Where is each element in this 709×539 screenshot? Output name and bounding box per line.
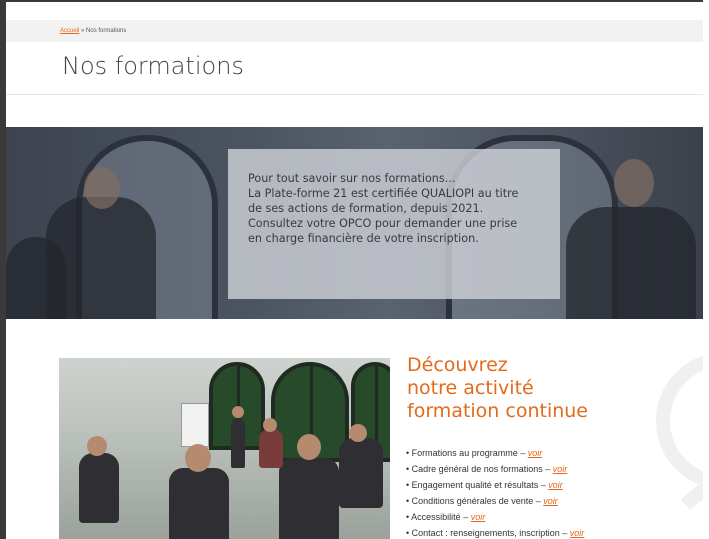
list-item: • Cadre général de nos formations – voir (406, 464, 568, 474)
voir-link[interactable]: voir (548, 480, 563, 490)
breadcrumb-home-link[interactable]: Accueil (60, 28, 79, 34)
hero-line: Consultez votre OPCO pour demander une p… (248, 217, 518, 230)
hero-line: La Plate-forme 21 est certifiée QUALIOPI… (248, 187, 519, 200)
hero-line: en charge financière de votre inscriptio… (248, 232, 479, 245)
decorative-circle (656, 352, 703, 490)
breadcrumb-separator: » (81, 28, 85, 34)
hero-line: de ses actions de formation, depuis 2021… (248, 202, 484, 215)
voir-link[interactable]: voir (553, 464, 568, 474)
hero-banner: Pour tout savoir sur nos formations... L… (6, 127, 703, 319)
list-item: • Accessibilité – voir (406, 512, 486, 522)
voir-link[interactable]: voir (570, 528, 585, 538)
voir-link[interactable]: voir (528, 448, 543, 458)
list-item: • Formations au programme – voir (406, 448, 543, 458)
training-session-photo (59, 358, 390, 539)
section-heading-line: notre activité (407, 377, 534, 399)
voir-link[interactable]: voir (471, 512, 486, 522)
breadcrumb-current: Nos formations (86, 28, 127, 34)
list-item: • Conditions générales de vente – voir (406, 496, 558, 506)
page-frame: Accueil » Nos formations Nos formations … (0, 0, 703, 539)
hero-line: Pour tout savoir sur nos formations... (248, 172, 456, 185)
list-item: • Contact : renseignements, inscription … (406, 528, 585, 538)
section-heading: Découvrez notre activité formation conti… (407, 354, 588, 423)
voir-link[interactable]: voir (543, 496, 558, 506)
section-heading-line: Découvrez (407, 354, 508, 376)
list-item: • Engagement qualité et résultats – voir (406, 480, 563, 490)
info-link-list: • Formations au programme – voir • Cadre… (406, 445, 584, 539)
hero-info-box: Pour tout savoir sur nos formations... L… (228, 149, 560, 299)
breadcrumb: Accueil » Nos formations (6, 20, 703, 42)
page-title: Nos formations (62, 52, 244, 80)
section-heading-line: formation continue (407, 400, 588, 422)
title-divider (6, 94, 703, 95)
